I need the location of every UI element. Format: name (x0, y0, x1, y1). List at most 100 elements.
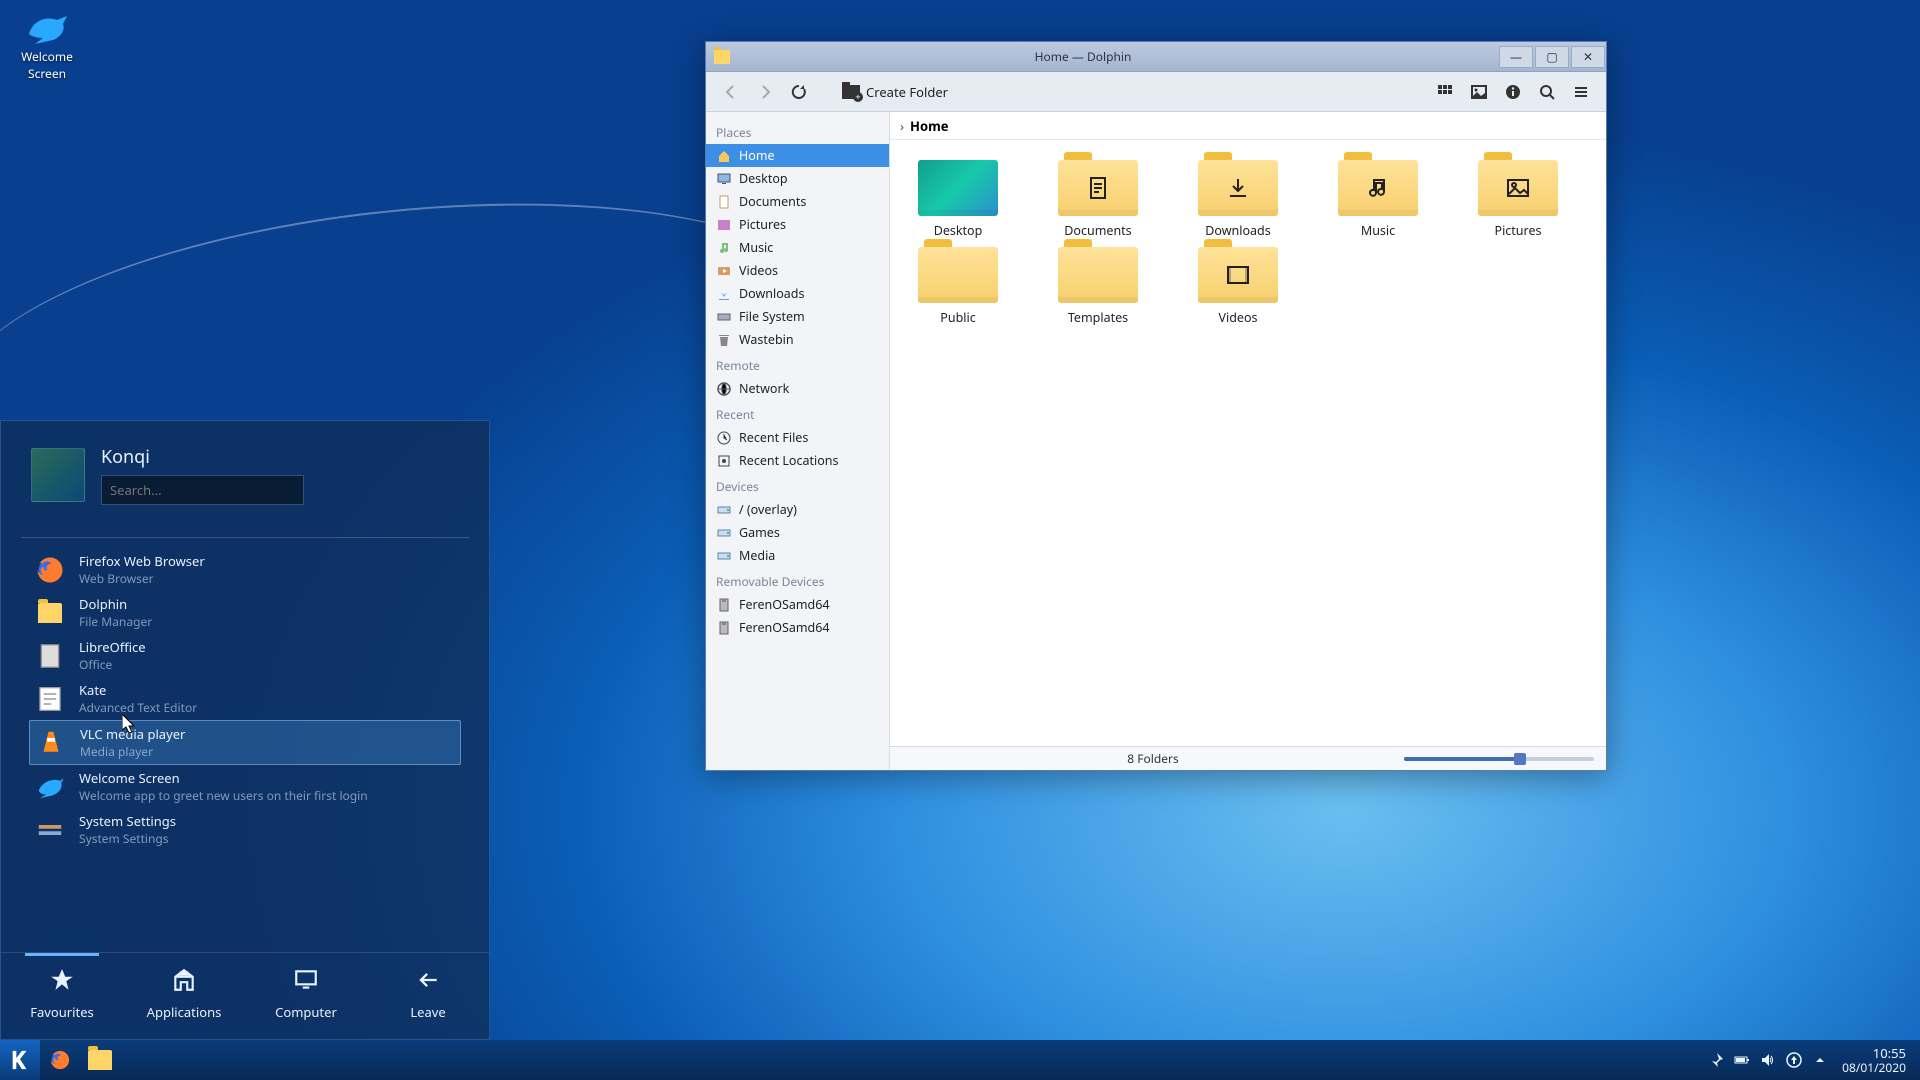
remote-heading: Remote (706, 351, 889, 377)
firefox-icon (49, 1049, 71, 1071)
menu-item-libreoffice[interactable]: LibreOfficeOffice (29, 634, 461, 677)
sidebar-item--overlay-[interactable]: / (overlay) (706, 498, 889, 521)
sidebar-item-media[interactable]: Media (706, 544, 889, 567)
sidebar-item-wastebin[interactable]: Wastebin (706, 328, 889, 351)
leave-icon (415, 967, 441, 997)
menu-item-kate[interactable]: KateAdvanced Text Editor (29, 677, 461, 720)
view-mode-button[interactable] (1430, 77, 1460, 107)
sidebar-item-documents[interactable]: Documents (706, 190, 889, 213)
titlebar[interactable]: Home — Dolphin — ▢ ✕ (706, 42, 1606, 72)
tray-expand-icon[interactable] (1812, 1052, 1828, 1068)
maximize-button[interactable]: ▢ (1535, 46, 1569, 68)
sidebar-item-recent-locations[interactable]: Recent Locations (706, 449, 889, 472)
search-button[interactable] (1532, 77, 1562, 107)
folder-public[interactable]: Public (908, 247, 1008, 326)
menu-item-vlc[interactable]: VLC media playerMedia player (29, 720, 461, 765)
tab-applications[interactable]: Applications (123, 967, 245, 1021)
folder-label: Documents (1064, 222, 1131, 239)
info-button[interactable] (1498, 77, 1528, 107)
sidebar-item-ferenosamd64[interactable]: FerenOSamd64 (706, 593, 889, 616)
chevron-right-icon: › (900, 117, 904, 135)
tab-leave[interactable]: Leave (367, 967, 489, 1021)
system-tray[interactable] (1708, 1052, 1828, 1068)
start-button[interactable] (0, 1040, 40, 1080)
folder-templates[interactable]: Templates (1048, 247, 1148, 326)
apps-icon (171, 967, 197, 997)
partition-icon (716, 525, 731, 540)
sidebar-item-downloads[interactable]: Downloads (706, 282, 889, 305)
folder-videos[interactable]: Videos (1188, 247, 1288, 326)
icon-view[interactable]: Desktop Documents Downloads Music Pictures Pu… (890, 140, 1606, 746)
path-segment[interactable]: Home (910, 117, 949, 135)
documents-icon (716, 194, 731, 209)
folder-music[interactable]: Music (1328, 160, 1428, 239)
welcome-screen-desktop-icon[interactable]: Welcome Screen (10, 10, 84, 82)
folder-icon (918, 247, 998, 303)
forward-button[interactable] (750, 77, 780, 107)
desktop-icon (716, 171, 731, 186)
folder-icon (1198, 247, 1278, 303)
sidebar-item-recent-files[interactable]: Recent Files (706, 426, 889, 449)
dolphin-window: Home — Dolphin — ▢ ✕ Create Folder Place… (705, 41, 1607, 771)
devices-heading: Devices (706, 472, 889, 498)
firefox-taskbar-button[interactable] (40, 1040, 80, 1080)
removable-heading: Removable Devices (706, 567, 889, 593)
divider (21, 537, 469, 538)
sidebar-item-home[interactable]: Home (706, 144, 889, 167)
folder-desktop[interactable]: Desktop (908, 160, 1008, 239)
folder-documents[interactable]: Documents (1048, 160, 1148, 239)
reload-button[interactable] (784, 77, 814, 107)
star-icon (49, 967, 75, 997)
tab-computer[interactable]: Computer (245, 967, 367, 1021)
user-avatar[interactable] (31, 448, 85, 502)
volume-icon[interactable] (1760, 1052, 1776, 1068)
menu-item-firefox[interactable]: Firefox Web BrowserWeb Browser (29, 548, 461, 591)
clock[interactable]: 10:55 08/01/2020 (1842, 1046, 1906, 1075)
menu-item-dolphin[interactable]: DolphinFile Manager (29, 591, 461, 634)
back-button[interactable] (716, 77, 746, 107)
folder-icon (35, 598, 65, 628)
folder-label: Music (1361, 222, 1395, 239)
window-title: Home — Dolphin (738, 48, 1498, 65)
sidebar-item-file-system[interactable]: File System (706, 305, 889, 328)
videos-icon (716, 263, 731, 278)
close-button[interactable]: ✕ (1571, 46, 1605, 68)
tab-favourites[interactable]: Favourites (1, 967, 123, 1021)
folder-icon (88, 1050, 112, 1070)
menu-item-welcome-screen[interactable]: Welcome ScreenWelcome app to greet new u… (29, 765, 461, 808)
create-folder-button[interactable]: Create Folder (834, 77, 956, 107)
menu-item-system-settings[interactable]: System SettingsSystem Settings (29, 808, 461, 851)
menu-button[interactable] (1566, 77, 1596, 107)
sidebar-item-ferenosamd64[interactable]: FerenOSamd64 (706, 616, 889, 639)
search-input[interactable] (101, 475, 304, 505)
sidebar-item-network[interactable]: Network (706, 377, 889, 400)
folder-label: Videos (1218, 309, 1257, 326)
zoom-slider[interactable] (1404, 757, 1594, 761)
taskbar: 10:55 08/01/2020 (0, 1040, 1920, 1080)
music-icon (716, 240, 731, 255)
folder-downloads[interactable]: Downloads (1188, 160, 1288, 239)
usb-icon (716, 597, 731, 612)
sidebar-item-pictures[interactable]: Pictures (706, 213, 889, 236)
preview-button[interactable] (1464, 77, 1494, 107)
new-folder-icon (842, 85, 860, 99)
updates-icon[interactable] (1786, 1052, 1802, 1068)
folder-pictures[interactable]: Pictures (1468, 160, 1568, 239)
folder-icon (1198, 160, 1278, 216)
sidebar-item-videos[interactable]: Videos (706, 259, 889, 282)
downloads-icon (716, 286, 731, 301)
sidebar-item-desktop[interactable]: Desktop (706, 167, 889, 190)
bird-icon (23, 10, 71, 46)
toolbar: Create Folder (706, 72, 1606, 112)
folder-icon (714, 50, 730, 64)
folder-label: Pictures (1495, 222, 1542, 239)
path-bar[interactable]: › Home (890, 112, 1606, 140)
sidebar-item-games[interactable]: Games (706, 521, 889, 544)
battery-icon[interactable] (1734, 1052, 1750, 1068)
dolphin-taskbar-button[interactable] (80, 1040, 120, 1080)
sidebar-item-music[interactable]: Music (706, 236, 889, 259)
home-icon (716, 148, 731, 163)
start-menu: Konqi Firefox Web BrowserWeb BrowserDolp… (0, 420, 490, 1040)
pin-icon[interactable] (1708, 1052, 1724, 1068)
minimize-button[interactable]: — (1499, 46, 1533, 68)
